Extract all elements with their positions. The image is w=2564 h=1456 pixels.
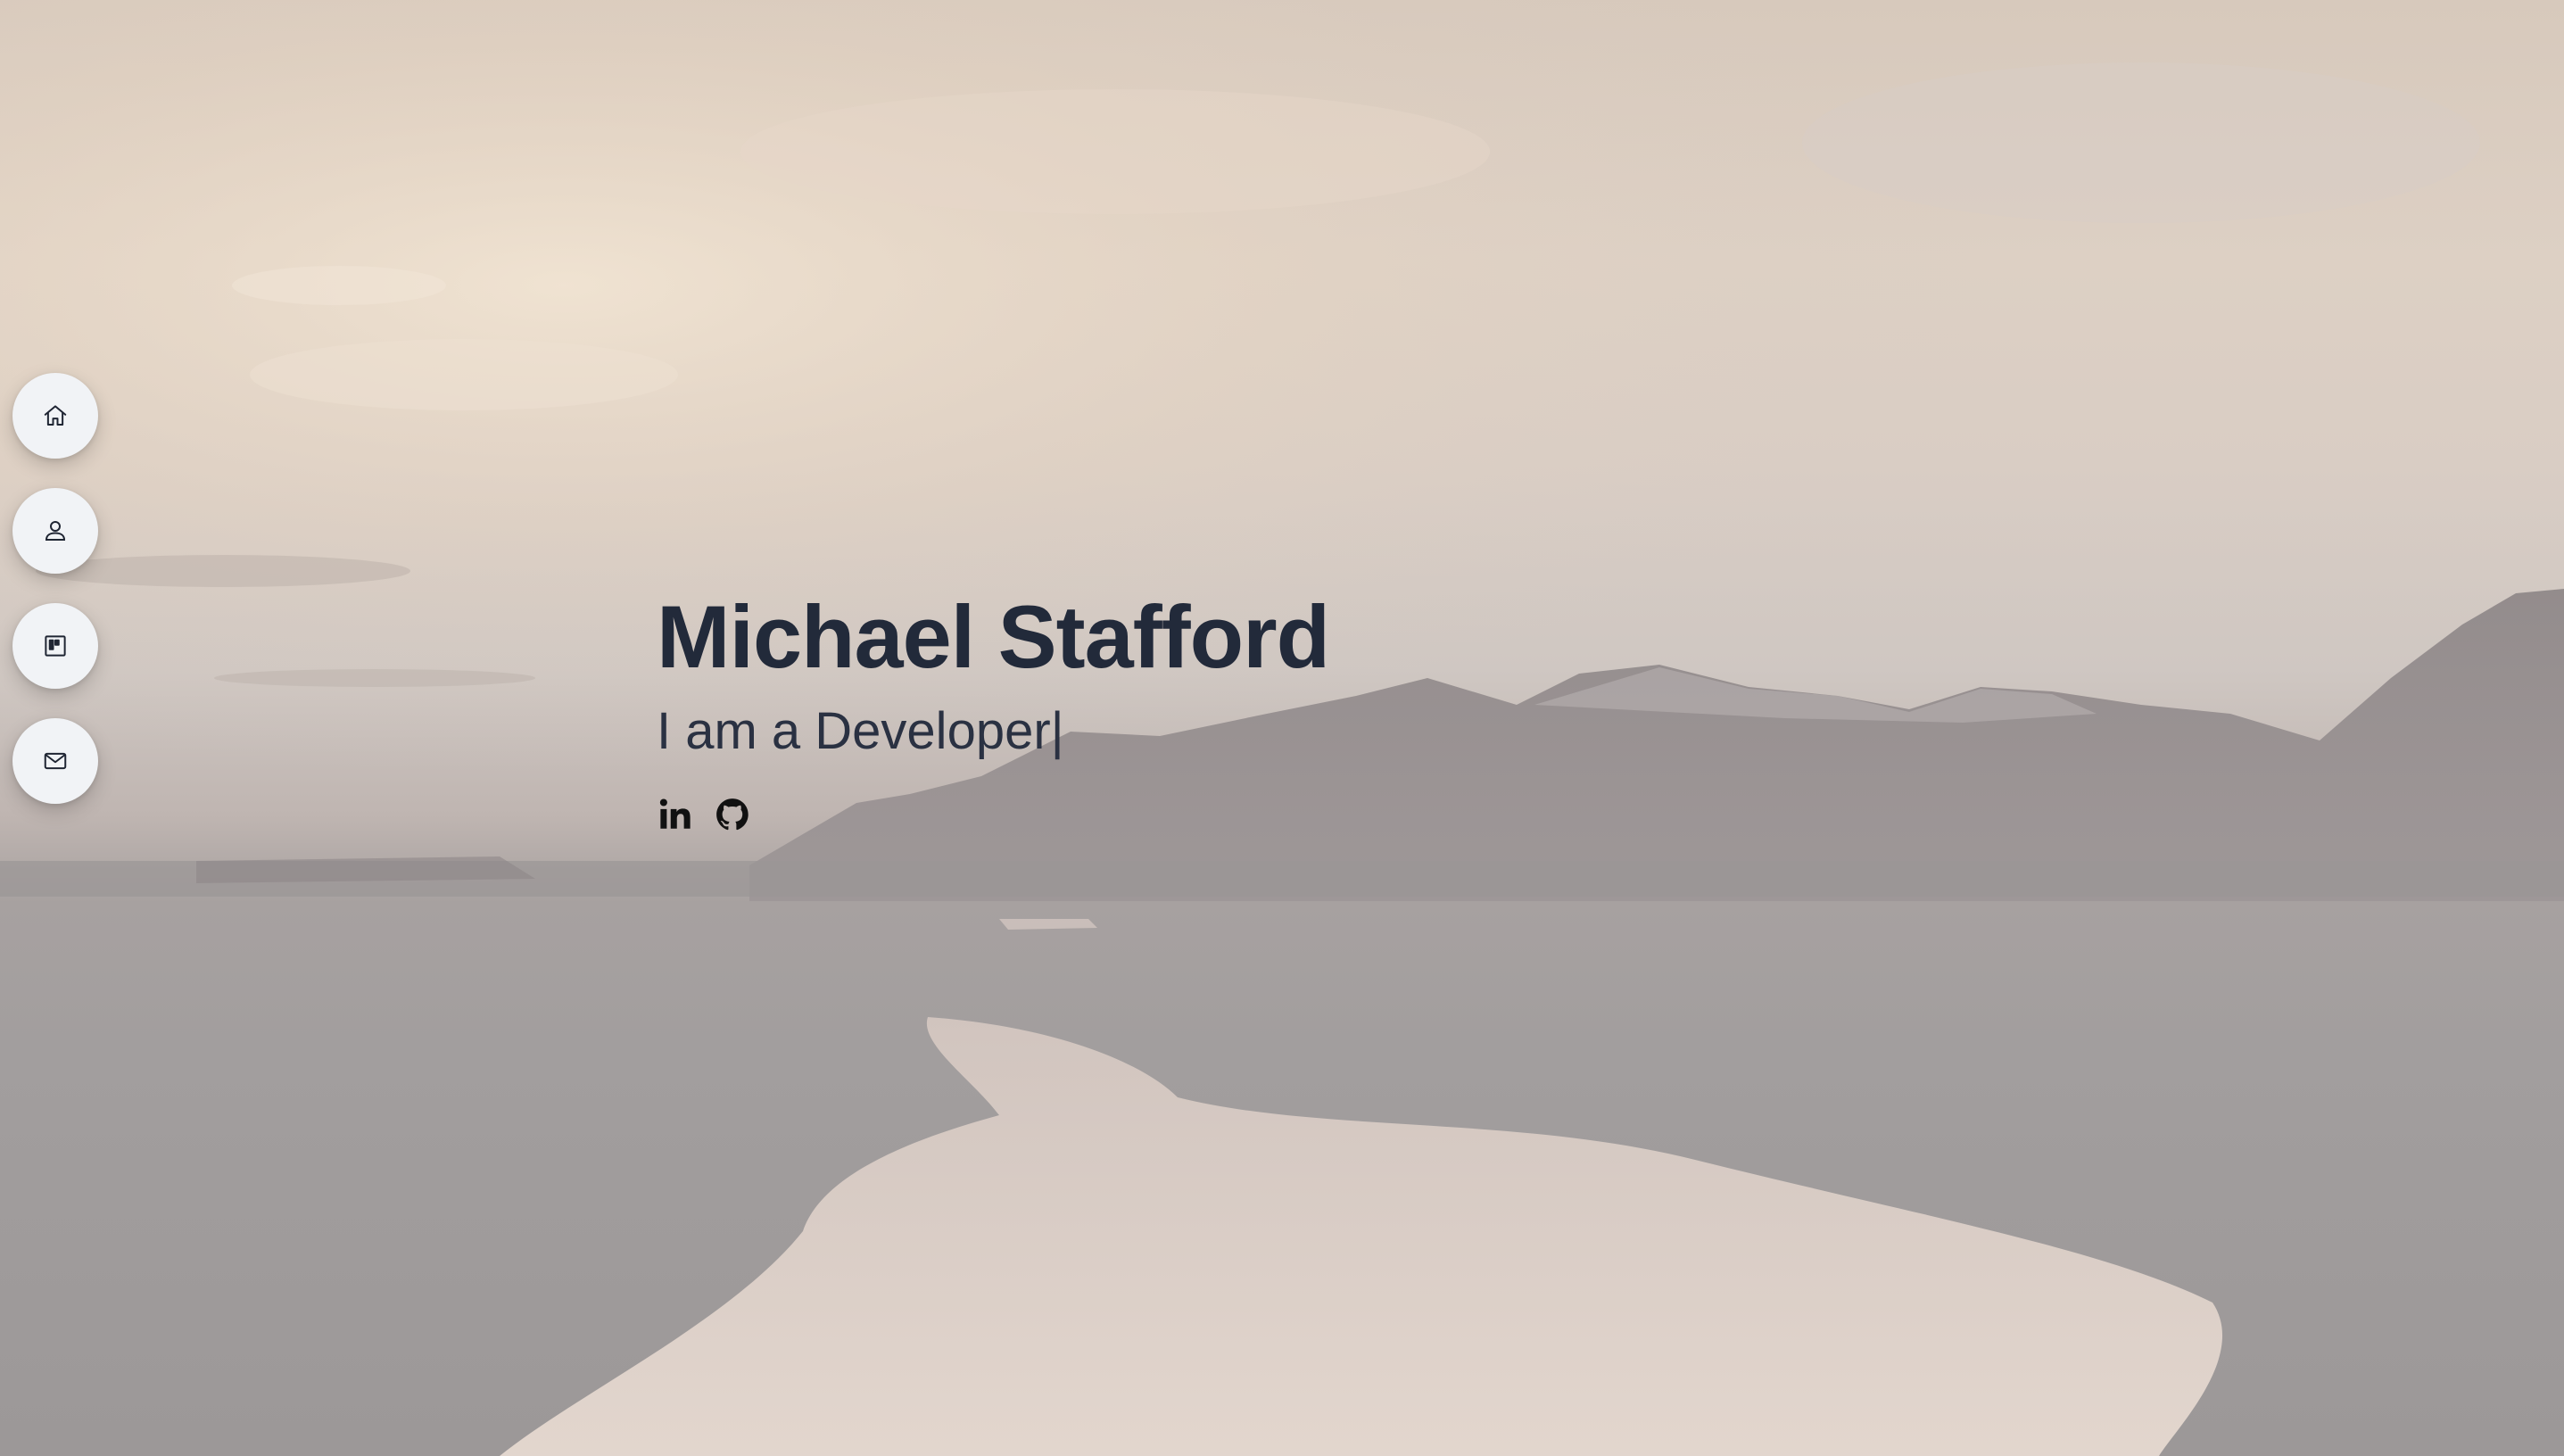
portfolio-icon [45, 635, 66, 657]
home-icon [44, 405, 67, 426]
nav-home-button[interactable] [12, 373, 98, 459]
hero-section: Michael Stafford I am a Developer| [0, 0, 2564, 1456]
github-link[interactable] [714, 796, 751, 833]
social-links [657, 796, 1329, 833]
hero-name: Michael Stafford [657, 587, 1330, 686]
nav-about-button[interactable] [12, 488, 98, 574]
nav-contact-button[interactable] [12, 718, 98, 804]
github-icon [716, 798, 749, 831]
hero-tagline: I am a Developer| [657, 700, 1329, 763]
side-navigation [12, 373, 98, 804]
typing-cursor: | [1050, 701, 1064, 760]
user-icon [45, 521, 66, 541]
linkedin-link[interactable] [657, 796, 694, 833]
hero-content: Michael Stafford I am a Developer| [657, 587, 1330, 833]
linkedin-icon [659, 798, 691, 830]
typed-text: I am a Developer [657, 701, 1051, 760]
nav-portfolio-button[interactable] [12, 603, 98, 689]
mail-icon [44, 752, 67, 770]
